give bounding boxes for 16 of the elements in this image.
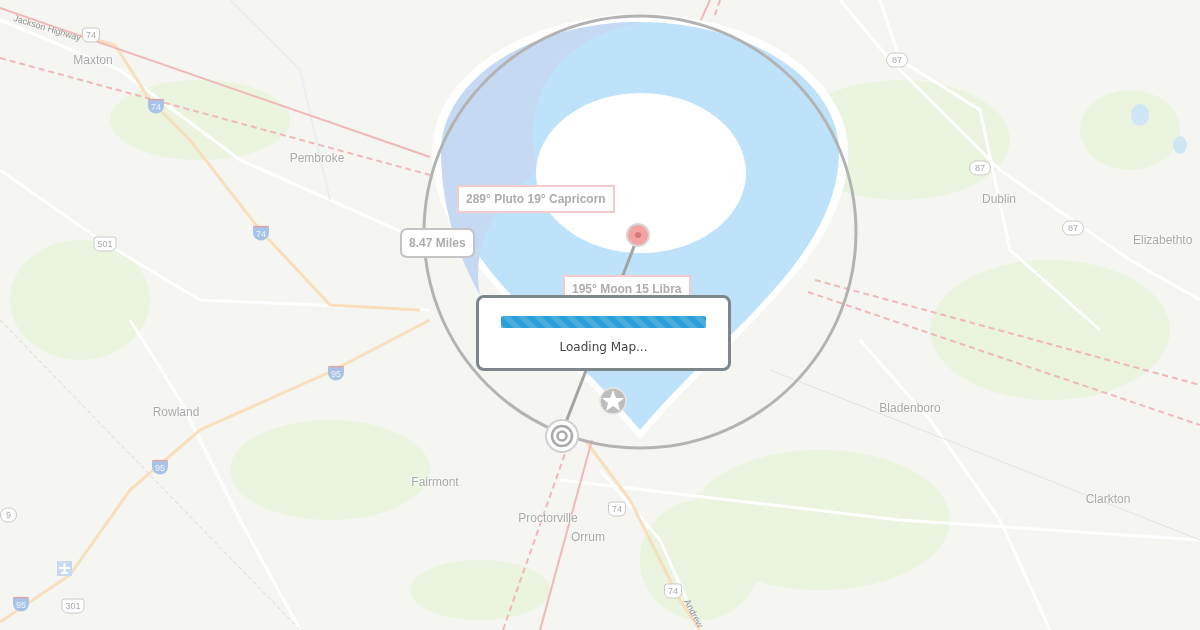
place-label: Bladenboro <box>879 402 941 414</box>
airport-icon <box>57 561 72 576</box>
place-label: Fairmont <box>411 476 459 488</box>
place-label: Elizabethto <box>1133 234 1193 246</box>
loading-message: Loading Map... <box>558 339 649 356</box>
place-label: Rowland <box>152 406 200 418</box>
place-label: Clarkton <box>1085 493 1131 505</box>
road-shield: 301 <box>61 598 85 614</box>
planet-label: 289° Pluto 19° Capricorn <box>457 185 615 214</box>
distance-label: 8.47 Miles <box>400 228 475 259</box>
place-label: Orrum <box>571 531 605 543</box>
target-icon <box>545 419 579 453</box>
place-label: Dublin <box>982 193 1016 205</box>
place-label: Pembroke <box>289 152 345 164</box>
road-shield: 501 <box>93 236 117 252</box>
place-label: Maxton <box>73 54 113 66</box>
